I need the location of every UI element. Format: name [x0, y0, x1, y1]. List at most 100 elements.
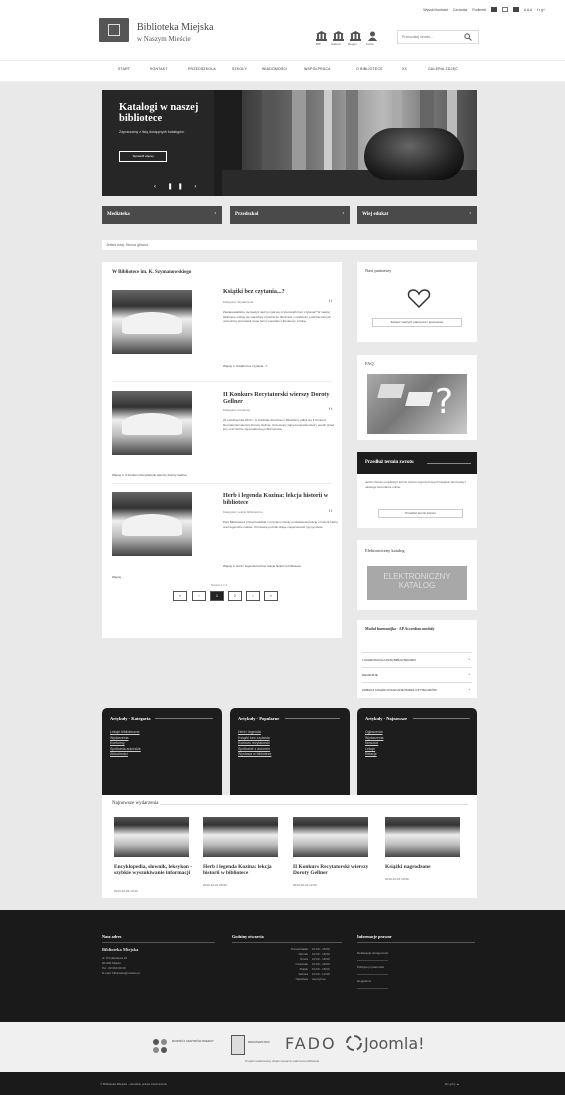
theme-gray-button[interactable]	[512, 7, 519, 12]
pagination-next[interactable]: ›	[246, 591, 260, 601]
slider-controls[interactable]: ‹ ❚❚ ›	[154, 183, 201, 190]
nav-item-gallery[interactable]: Galeria zdjęć	[428, 67, 458, 71]
pagination-first[interactable]: «	[173, 591, 187, 601]
event-title[interactable]: Herb i legenda Kozina: lekcja historii w…	[203, 864, 283, 877]
accordion-item[interactable]: RECENZJE +	[362, 667, 472, 681]
divider	[112, 381, 332, 382]
pagination-prev[interactable]: ‹	[192, 591, 206, 601]
partners-title: Nasi partnerzy	[365, 268, 392, 273]
newest-link[interactable]: Relacje	[365, 752, 383, 758]
pagination-last[interactable]: »	[264, 591, 278, 601]
popular-link[interactable]: Konkurs recytatorski	[238, 741, 271, 747]
category-link[interactable]: Aktualności	[110, 752, 141, 758]
search-icon[interactable]	[464, 33, 472, 41]
knowledge-centers-text: ROZWÓJ CENTRÓW WIEDZY	[172, 1039, 214, 1043]
footer-days: Poniedziałek Wtorek Środa Czwartek Piąte…	[258, 947, 308, 982]
catalog-banner[interactable]: ELEKTRONICZNY KATALOG	[367, 566, 467, 600]
plus-icon: +	[468, 672, 470, 676]
contrast-toggle[interactable]: Wysoki kontrast	[423, 8, 448, 12]
font-size-toggle[interactable]: Czcionka	[453, 8, 467, 12]
footer-link[interactable]: Polityka prywatności	[357, 965, 389, 975]
nav-item-cooperation[interactable]: Współpraca	[304, 67, 331, 71]
nav-item-contact[interactable]: Kontakt	[150, 67, 168, 71]
category-link[interactable]: Lekcje biblioteczne	[110, 730, 141, 736]
accordion-item[interactable]: ZOBACZ KSIĄŻKI POLECANE PRZEZ CZYTELNIKÓ…	[362, 682, 472, 696]
partners-button[interactable]: Zobacz naszych partnerów i sponsorów	[372, 318, 462, 327]
social-icons[interactable]: f t g+	[537, 8, 545, 12]
page-counter: Strona 1 z 2	[211, 583, 228, 587]
newest-title: Najnowsze wydarzenia	[112, 801, 159, 806]
ministry-emblem-icon[interactable]	[231, 1035, 245, 1055]
article-image[interactable]	[112, 290, 192, 354]
nav-item-news[interactable]: Wiadomości	[262, 67, 287, 71]
footer-email[interactable]: E-mail: biblioteka@miasto.pl	[102, 971, 140, 976]
theme-dark-button[interactable]	[490, 7, 497, 12]
event-title[interactable]: II Konkurs Recytatorski wierszy Doroty G…	[293, 864, 373, 877]
bip-icon[interactable]	[316, 31, 327, 41]
extend-button[interactable]: Przedłuż termin zwrotu	[378, 509, 463, 518]
joomla-logo[interactable]: Joomla!	[364, 1034, 425, 1053]
share-icons[interactable]: f t	[329, 298, 332, 303]
knowledge-centers-logo[interactable]	[150, 1037, 170, 1055]
site-title[interactable]: Biblioteka Miejska	[137, 22, 213, 33]
accordion-title: Moduł harmonijka - AP Accordion moduły	[365, 627, 435, 631]
gallery-icon[interactable]	[333, 31, 344, 41]
article-more-link[interactable]: Więcej o: Książki bez czytania...?	[223, 364, 267, 368]
article-category: Kategoria: Lekcje biblioteczne	[223, 510, 263, 514]
share-icons[interactable]: f t	[329, 406, 332, 411]
event-image[interactable]	[385, 817, 460, 857]
theme-light-button[interactable]	[501, 7, 508, 12]
article-image[interactable]	[112, 492, 192, 556]
bottom-bar	[0, 1072, 565, 1095]
pagination-page-1[interactable]: 1	[210, 591, 224, 601]
footer-link[interactable]: Regulamin	[357, 979, 389, 989]
popular-link[interactable]: Wystawa w bibliotece	[238, 752, 271, 758]
regon-icon[interactable]	[350, 31, 361, 41]
popular-links: Herb i legenda Książki bez czytania Konk…	[238, 730, 271, 758]
faq-image[interactable]: ?	[367, 374, 467, 434]
account-icon[interactable]	[367, 31, 378, 41]
article-more-link[interactable]: Więcej o: Herb i legenda Kozina: lekcja …	[223, 564, 301, 568]
event-date: 2013-10-29 13:20	[114, 889, 138, 893]
fado-logo[interactable]: FADO	[285, 1034, 337, 1053]
nav-item-about[interactable]: O bibliotece	[356, 67, 383, 71]
nav-item-schools[interactable]: Szkoły	[232, 67, 247, 71]
article-image[interactable]	[112, 391, 192, 455]
dropdown-przedszkol[interactable]: Przedszkol ›	[230, 206, 350, 224]
font-size-buttons[interactable]: A A A	[524, 8, 532, 12]
nav-item-start[interactable]: Start	[118, 67, 130, 71]
banner-more-button[interactable]: Sprawdź więcej	[119, 151, 167, 162]
event-image[interactable]	[114, 817, 189, 857]
footer-hours-title: Godziny otwarcia	[232, 934, 264, 939]
nav-item-kindergartens[interactable]: Przedszkola	[188, 67, 216, 71]
dropdown-mediateka[interactable]: Mediateka ›	[102, 206, 222, 224]
article-title[interactable]: Książki bez czytania...?	[223, 288, 338, 295]
article-more-link[interactable]: Więcej o: II Konkurs Recytatorski wiersz…	[112, 473, 187, 477]
question-mark-icon: ?	[435, 382, 454, 422]
more-link[interactable]: Więcej...	[112, 575, 124, 579]
pagination-page-2[interactable]: 2	[228, 591, 242, 601]
share-icons[interactable]: f t	[329, 508, 332, 513]
accordion-item[interactable]: I NAGRODA DLA PANI BIBLIOTEKARKI +	[362, 652, 472, 666]
banner-title: Katalogi w naszej bibliotece	[119, 102, 199, 124]
dropdown-wiej-edukat[interactable]: Wiej edukat ›	[357, 206, 477, 224]
event-title[interactable]: Encyklopedia, słownik, leksykon - szybki…	[114, 864, 194, 877]
article-title[interactable]: Herb i legenda Kozina: lekcja historii w…	[223, 492, 338, 506]
underline-toggle[interactable]: Podkreśl	[472, 8, 486, 12]
regon-label: Regon	[348, 42, 357, 46]
newest-panel-title: Artykuły - Najnowsze	[365, 716, 407, 721]
event-title[interactable]: Książki nagrodzone	[385, 864, 465, 871]
logo-icon[interactable]	[99, 18, 129, 42]
event-image[interactable]	[293, 817, 368, 857]
nav-item-xx[interactable]: XX	[402, 67, 407, 71]
back-to-top-link[interactable]: Do góry ▲	[445, 1082, 459, 1086]
article-title[interactable]: II Konkurs Recytatorski wierszy Doroty G…	[223, 391, 338, 405]
accordion-item-label: I NAGRODA DLA PANI BIBLIOTEKARKI	[362, 658, 417, 662]
newest-link[interactable]: Ogłoszenia	[365, 730, 383, 736]
popular-panel-title: Artykuły - Popularne	[238, 716, 280, 721]
event-image[interactable]	[203, 817, 278, 857]
footer-link[interactable]: Deklaracja dostępności	[357, 951, 389, 961]
breadcrumb[interactable]: Jesteś tutaj: Strona główna	[102, 240, 477, 250]
event-date: 2013-10-15 10:00	[385, 877, 409, 881]
article-text: 22 października 2013 r. w Oddziale dla D…	[223, 418, 335, 432]
